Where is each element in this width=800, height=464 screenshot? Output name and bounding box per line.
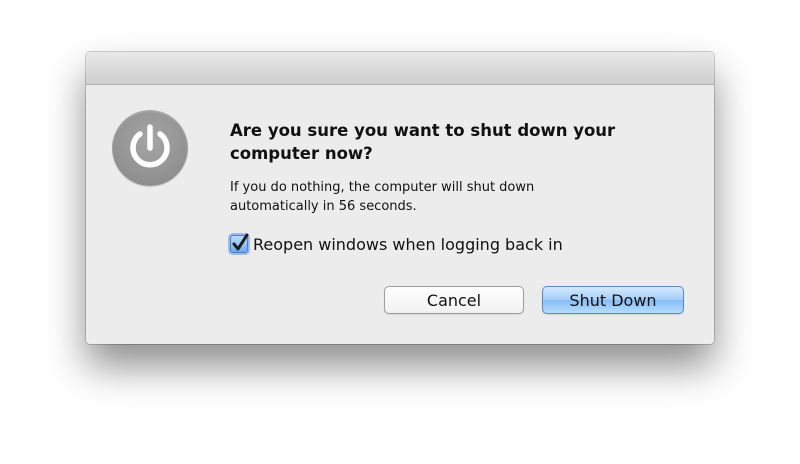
checkmark-icon: [232, 233, 249, 251]
cancel-button[interactable]: Cancel: [384, 286, 524, 314]
reopen-windows-label[interactable]: Reopen windows when logging back in: [253, 235, 563, 254]
desktop-background: Are you sure you want to shut down your …: [0, 0, 800, 464]
dialog-heading: Are you sure you want to shut down your …: [230, 121, 616, 163]
dialog-titlebar[interactable]: [86, 52, 714, 85]
shut-down-button[interactable]: Shut Down: [542, 286, 684, 314]
shutdown-dialog: Are you sure you want to shut down your …: [86, 52, 714, 344]
power-icon: [112, 110, 188, 186]
reopen-windows-checkbox[interactable]: [230, 233, 249, 253]
info-line: If you do nothing, the computer will shu…: [230, 180, 535, 195]
dialog-info-text: If you do nothing, the computer will shu…: [230, 178, 650, 216]
reopen-windows-option[interactable]: Reopen windows when logging back in: [230, 232, 563, 256]
info-line: automatically in 56 seconds.: [230, 199, 417, 214]
